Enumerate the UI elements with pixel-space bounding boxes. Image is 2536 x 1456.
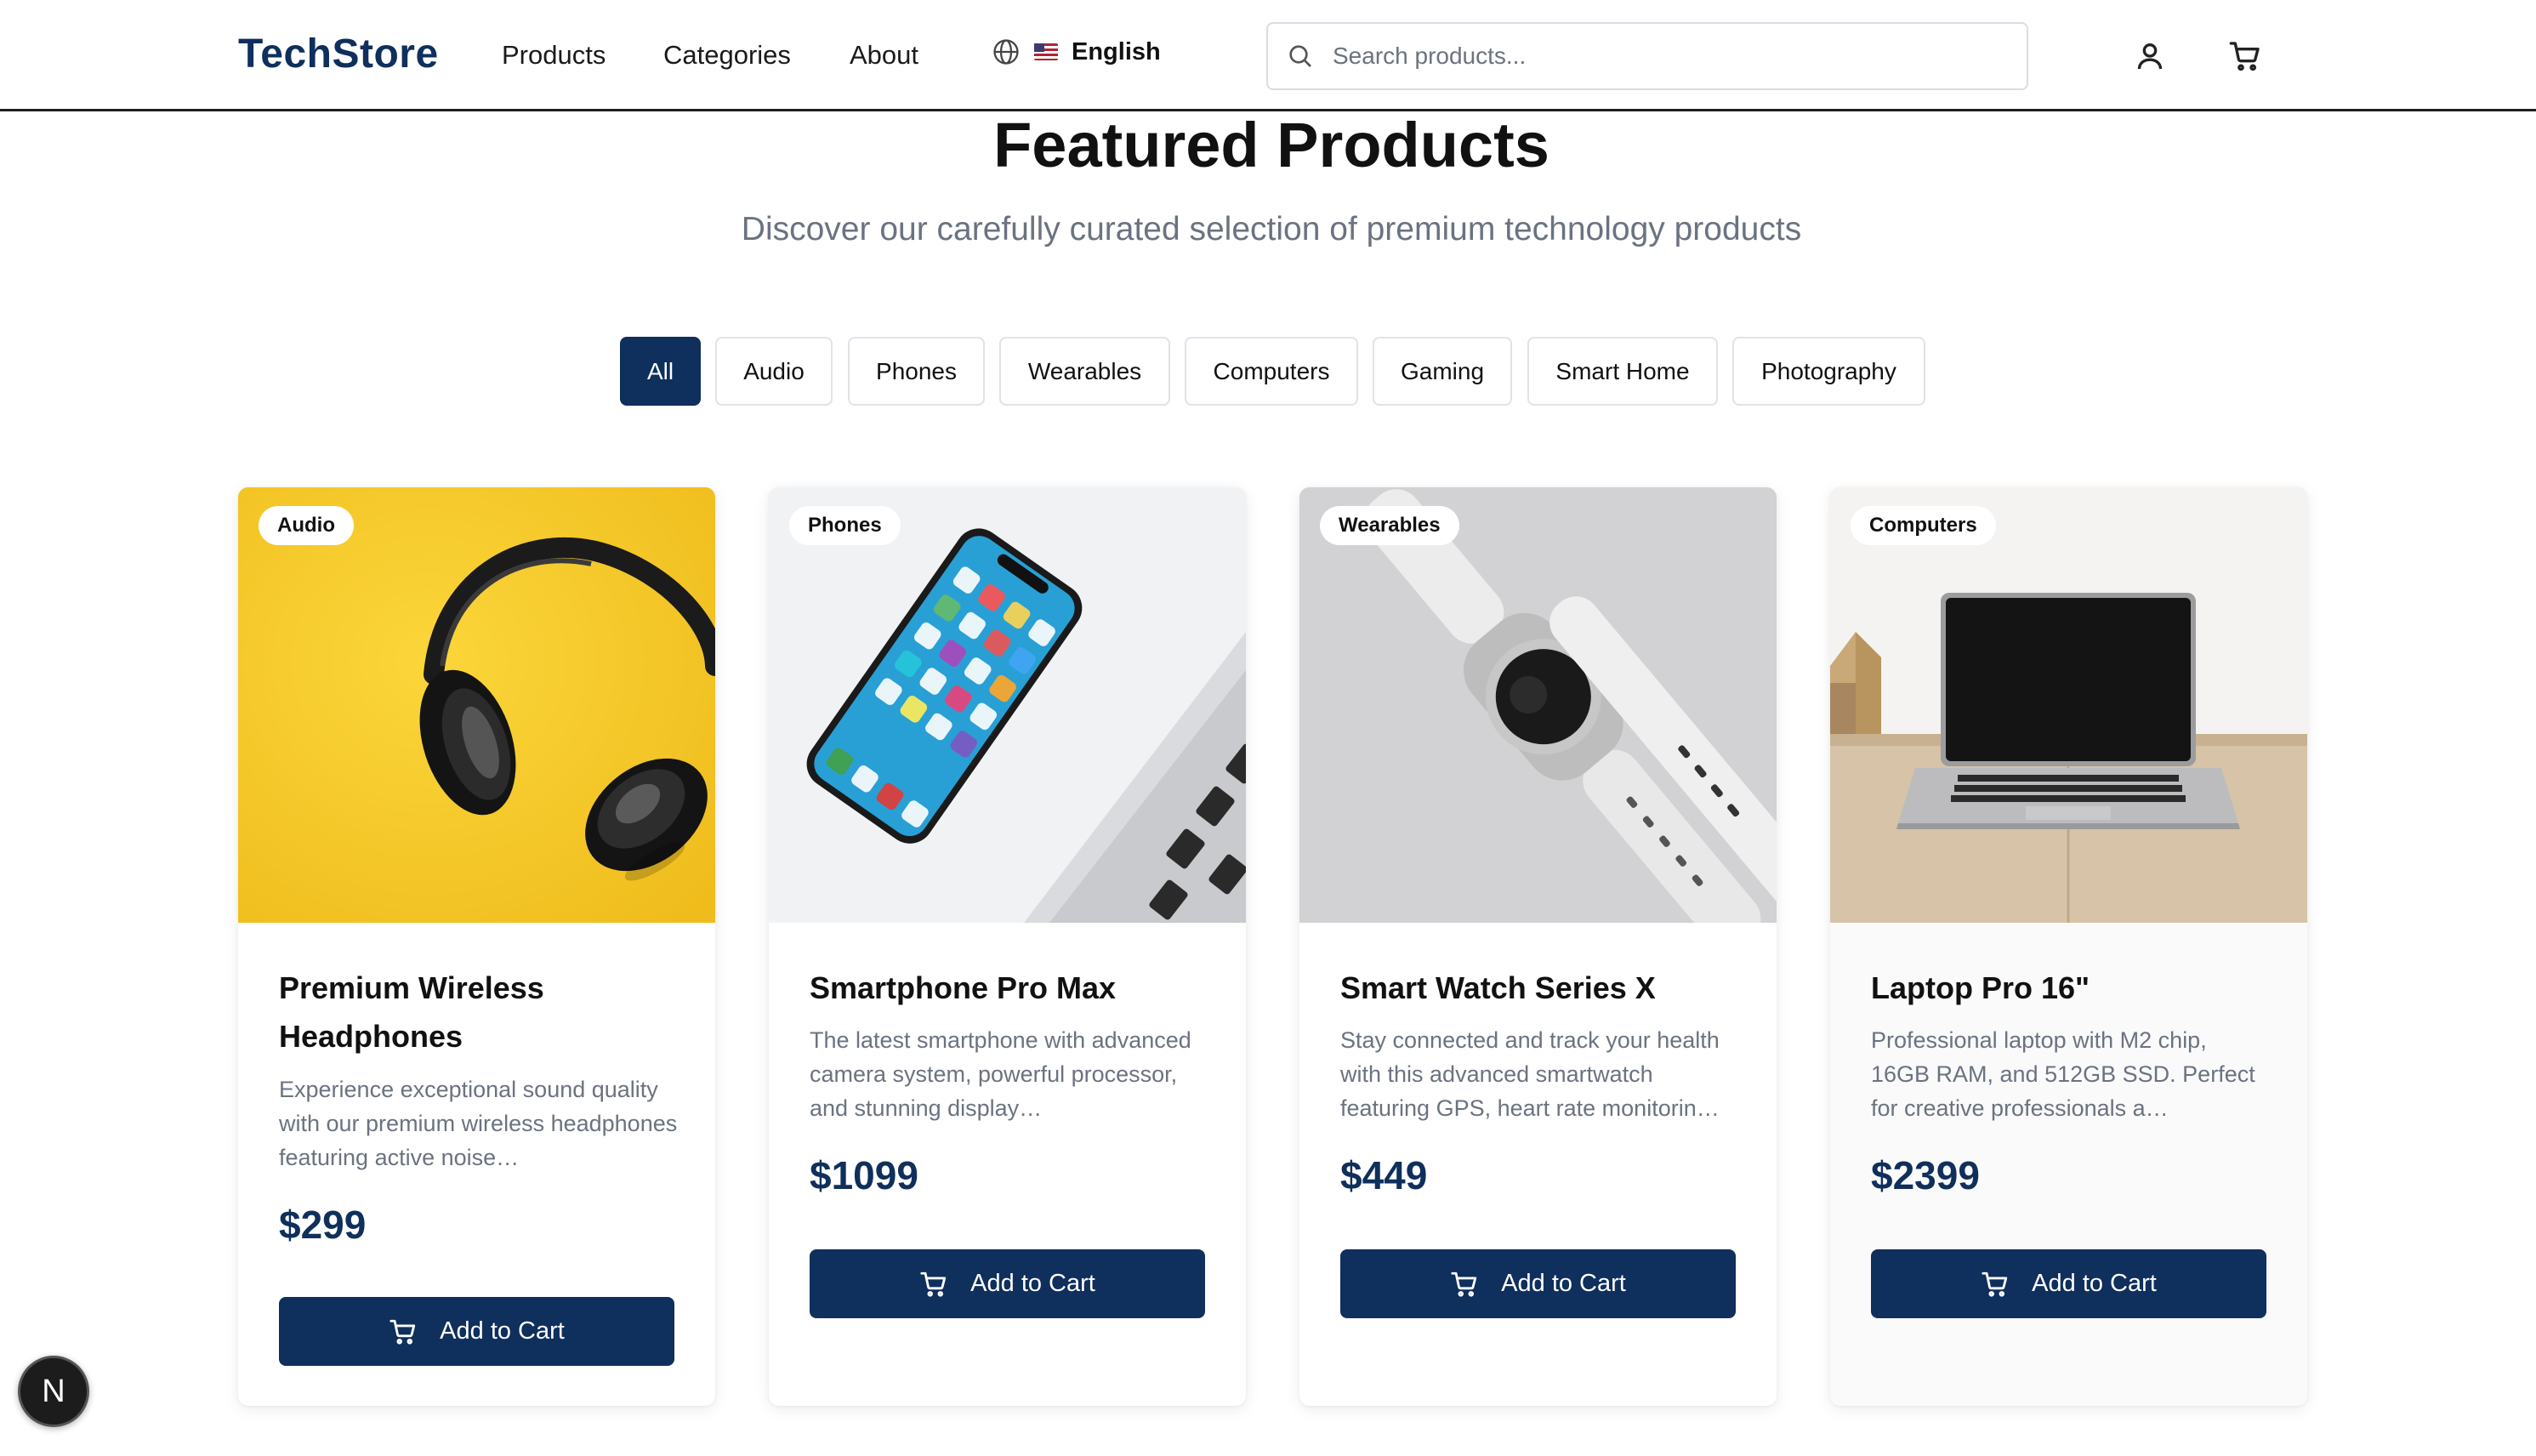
product-card[interactable]: Audio Premium Wireless Headphones Experi… (238, 487, 715, 1406)
product-price: $2399 (1871, 1153, 1980, 1197)
product-price: $1099 (810, 1153, 918, 1197)
add-to-cart-label: Add to Cart (970, 1270, 1095, 1297)
nav-about[interactable]: About (850, 40, 918, 71)
product-image-smartphone[interactable]: Phones (769, 487, 1246, 923)
product-title[interactable]: Premium Wireless Headphones (279, 964, 679, 1061)
nav-categories[interactable]: Categories (663, 40, 791, 71)
add-to-cart-button[interactable]: Add to Cart (1340, 1249, 1736, 1318)
search-input[interactable] (1333, 43, 1996, 70)
product-card[interactable]: Phones Smartphone Pro Max The latest sma… (769, 487, 1246, 1406)
product-image-smartwatch[interactable]: Wearables (1299, 487, 1777, 923)
filter-smart-home[interactable]: Smart Home (1527, 337, 1718, 406)
filter-all[interactable]: All (620, 337, 701, 406)
add-to-cart-button[interactable]: Add to Cart (1871, 1249, 2266, 1318)
headphones-illustration (238, 487, 715, 923)
filter-audio[interactable]: Audio (715, 337, 833, 406)
add-to-cart-label: Add to Cart (2032, 1270, 2157, 1297)
filter-computers[interactable]: Computers (1185, 337, 1358, 406)
product-description: Professional laptop with M2 chip, 16GB R… (1871, 1027, 2255, 1121)
techstore-logo[interactable]: TechStore (238, 31, 439, 77)
add-to-cart-button[interactable]: Add to Cart (810, 1249, 1205, 1318)
user-icon[interactable] (2133, 39, 2167, 73)
nextjs-dev-indicator[interactable]: N (18, 1356, 89, 1427)
cart-icon[interactable] (2228, 39, 2262, 73)
page-title: Featured Products (993, 110, 1549, 180)
add-to-cart-label: Add to Cart (440, 1317, 565, 1345)
product-image-laptop[interactable]: Computers (1830, 487, 2307, 923)
add-to-cart-button[interactable]: Add to Cart (279, 1297, 674, 1366)
category-badge: Audio (259, 506, 354, 545)
laptop-illustration (1830, 487, 2307, 923)
globe-icon (993, 39, 1019, 65)
search-icon (1289, 45, 1311, 67)
product-description: Experience exceptional sound quality wit… (279, 1077, 678, 1170)
category-badge: Phones (789, 506, 901, 545)
product-image-headphones[interactable]: Audio (238, 487, 715, 923)
nav-products[interactable]: Products (502, 40, 606, 71)
filter-photography[interactable]: Photography (1732, 337, 1925, 406)
category-badge: Wearables (1320, 506, 1459, 545)
search-box[interactable] (1266, 22, 2028, 90)
filter-phones[interactable]: Phones (848, 337, 985, 406)
filter-wearables[interactable]: Wearables (999, 337, 1170, 406)
product-card[interactable]: Computers Laptop Pro 16" Professional la… (1830, 487, 2307, 1406)
cart-icon (1451, 1271, 1477, 1297)
product-description: The latest smartphone with advanced came… (810, 1027, 1191, 1121)
product-card[interactable]: Wearables Smart Watch Series X Stay conn… (1299, 487, 1777, 1406)
product-description: Stay connected and track your health wit… (1340, 1027, 1720, 1121)
category-badge: Computers (1851, 506, 1996, 545)
smartphone-illustration (769, 487, 1246, 923)
add-to-cart-label: Add to Cart (1501, 1270, 1626, 1297)
product-price: $449 (1340, 1153, 1428, 1197)
language-selector[interactable]: English (992, 37, 1161, 66)
cart-icon (389, 1319, 416, 1345)
site-header: TechStore Products Categories About Engl… (0, 0, 2536, 111)
product-price: $299 (279, 1203, 367, 1247)
cart-icon (1982, 1271, 2008, 1297)
smartwatch-illustration (1299, 487, 1777, 923)
page-subtitle: Discover our carefully curated selection… (741, 211, 1802, 247)
cart-icon (920, 1271, 947, 1297)
product-title[interactable]: Smart Watch Series X (1340, 964, 1740, 1012)
us-flag-icon (1034, 43, 1058, 60)
product-title[interactable]: Smartphone Pro Max (810, 964, 1209, 1012)
filter-gaming[interactable]: Gaming (1373, 337, 1512, 406)
product-title[interactable]: Laptop Pro 16" (1871, 964, 2271, 1012)
language-label: English (1072, 37, 1161, 65)
